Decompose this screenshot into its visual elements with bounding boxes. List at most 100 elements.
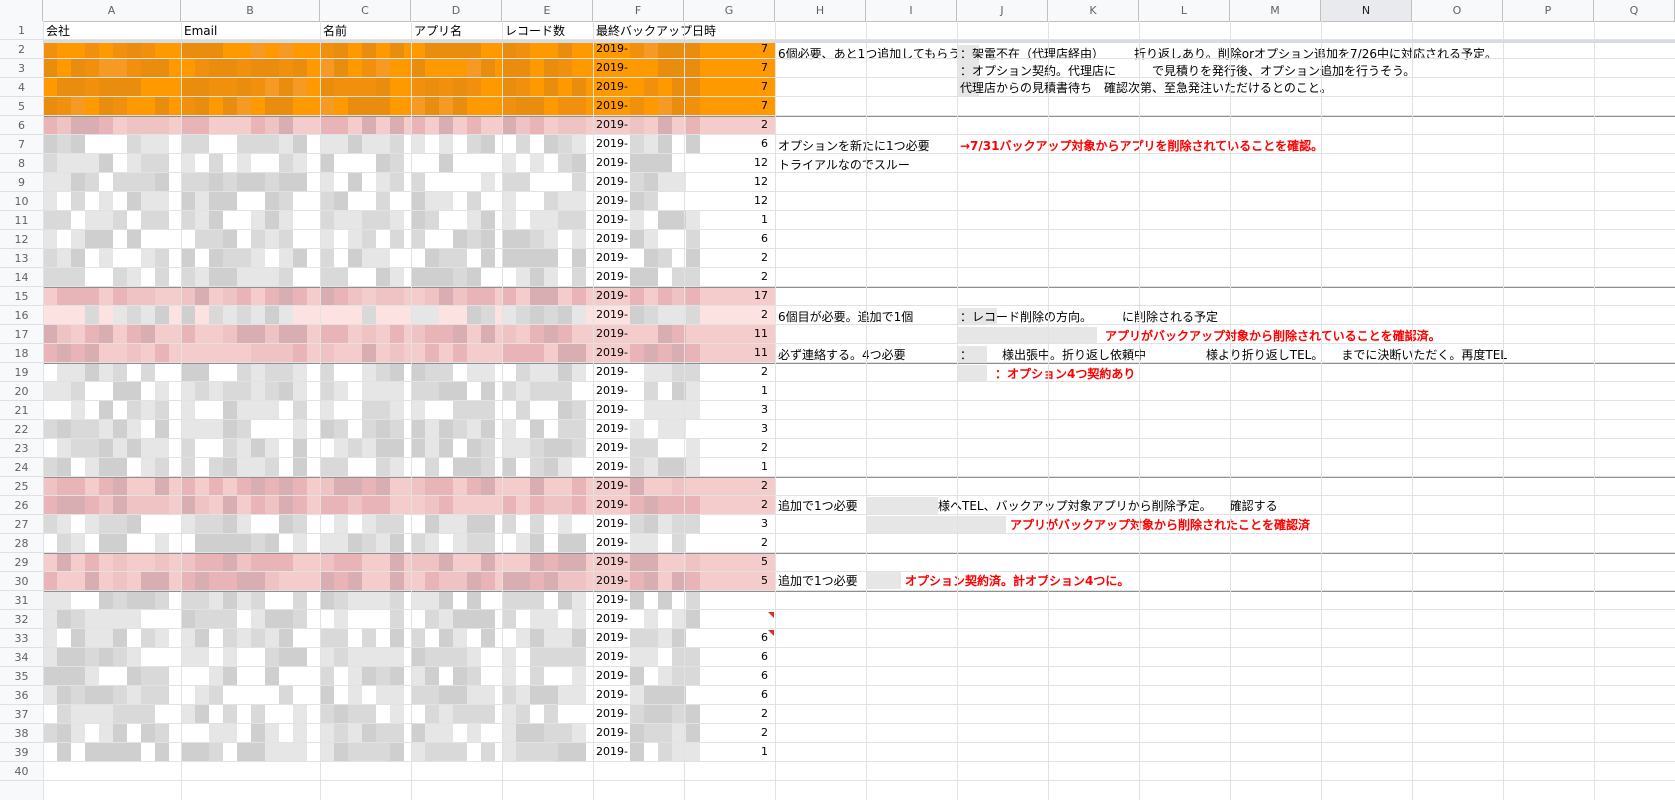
- backup-date-cell[interactable]: 2019-: [596, 137, 628, 150]
- backup-date-cell[interactable]: 2019-: [596, 289, 628, 302]
- backup-date-cell[interactable]: 2019-: [596, 156, 628, 169]
- backup-date-cell[interactable]: 2019-: [596, 555, 628, 568]
- backup-date-cell[interactable]: 2019-: [596, 479, 628, 492]
- row-header-14[interactable]: 14: [0, 268, 43, 287]
- backup-date-cell[interactable]: 2019-: [596, 175, 628, 188]
- row-header-28[interactable]: 28: [0, 534, 43, 553]
- record-count-cell[interactable]: 2: [690, 536, 772, 549]
- record-count-cell[interactable]: 3: [690, 403, 772, 416]
- note-r15-h[interactable]: 6個目が必要。追加で1個: [778, 308, 913, 325]
- record-count-cell[interactable]: 3: [690, 422, 772, 435]
- row-header-39[interactable]: 39: [0, 743, 43, 762]
- column-header-o[interactable]: O: [1412, 0, 1503, 21]
- row-header-6[interactable]: 6: [0, 116, 43, 135]
- row-header-35[interactable]: 35: [0, 667, 43, 686]
- column-header-g[interactable]: G: [684, 0, 775, 21]
- column-header-p[interactable]: P: [1503, 0, 1594, 21]
- note-r7-h[interactable]: トライアルなのでスルー: [778, 156, 910, 173]
- record-count-cell[interactable]: 11: [690, 346, 772, 359]
- column-header-m[interactable]: M: [1230, 0, 1321, 21]
- record-count-cell[interactable]: 2: [690, 441, 772, 454]
- record-count-cell[interactable]: 2: [690, 365, 772, 378]
- record-count-cell[interactable]: 6: [690, 137, 772, 150]
- row-header-3[interactable]: 3: [0, 59, 43, 78]
- backup-date-cell[interactable]: 2019-: [596, 707, 628, 720]
- note-r17-j[interactable]: ： 様出張中。折り返し依頼中 様より折り返しTEL。 までに決断いただく。再度T…: [960, 346, 1507, 363]
- record-count-cell[interactable]: 1: [690, 213, 772, 226]
- row-header-16[interactable]: 16: [0, 306, 43, 325]
- backup-date-cell[interactable]: 2019-: [596, 194, 628, 207]
- row-header-36[interactable]: 36: [0, 686, 43, 705]
- backup-date-cell[interactable]: 2019-: [596, 422, 628, 435]
- row-header-11[interactable]: 11: [0, 211, 43, 230]
- record-count-cell[interactable]: 2: [690, 308, 772, 321]
- row-header-33[interactable]: 33: [0, 629, 43, 648]
- column-header-l[interactable]: L: [1139, 0, 1230, 21]
- record-count-cell[interactable]: 1: [690, 384, 772, 397]
- backup-date-cell[interactable]: 2019-: [596, 441, 628, 454]
- row-header-32[interactable]: 32: [0, 610, 43, 629]
- backup-date-cell[interactable]: 2019-: [596, 327, 628, 340]
- row-header-17[interactable]: 17: [0, 325, 43, 344]
- record-count-cell[interactable]: 6: [690, 688, 772, 701]
- row-header-4[interactable]: 4: [0, 78, 43, 97]
- row-header-26[interactable]: 26: [0, 496, 43, 515]
- backup-date-cell[interactable]: 2019-: [596, 593, 628, 606]
- column-header-n[interactable]: N: [1321, 0, 1412, 21]
- note-r2-h[interactable]: 6個必要、あと1つ追加してもらう: [778, 45, 960, 62]
- row-header-15[interactable]: 15: [0, 287, 43, 306]
- select-all-corner[interactable]: [0, 0, 43, 21]
- backup-date-cell[interactable]: 2019-: [596, 498, 628, 511]
- row-header-37[interactable]: 37: [0, 705, 43, 724]
- row-header-10[interactable]: 10: [0, 192, 43, 211]
- backup-date-cell[interactable]: 2019-: [596, 517, 628, 530]
- note-r29-h[interactable]: 追加で1つ必要: [778, 572, 858, 589]
- record-count-cell[interactable]: 2: [690, 726, 772, 739]
- record-count-cell[interactable]: 12: [690, 194, 772, 207]
- row-header-7[interactable]: 7: [0, 135, 43, 154]
- row-header-9[interactable]: 9: [0, 173, 43, 192]
- row-header-31[interactable]: 31: [0, 591, 43, 610]
- column-header-c[interactable]: C: [320, 0, 411, 21]
- backup-date-cell[interactable]: 2019-: [596, 574, 628, 587]
- column-header-f[interactable]: F: [593, 0, 684, 21]
- row-header-12[interactable]: 12: [0, 230, 43, 249]
- record-count-cell[interactable]: 2: [690, 707, 772, 720]
- row-header-8[interactable]: 8: [0, 154, 43, 173]
- record-count-cell[interactable]: 7: [690, 99, 772, 112]
- row-header-25[interactable]: 25: [0, 477, 43, 496]
- note-r2-j[interactable]: ：架電不在（代理店経由） 折り返しあり。削除orオプション追加を7/26中に対応…: [960, 45, 1497, 62]
- row-header-19[interactable]: 19: [0, 363, 43, 382]
- record-count-cell[interactable]: 1: [690, 745, 772, 758]
- backup-date-cell[interactable]: 2019-: [596, 308, 628, 321]
- backup-date-cell[interactable]: 2019-: [596, 612, 628, 625]
- note-r26-i[interactable]: アプリがバックアップ対象から削除されたことを確認済: [1010, 516, 1310, 533]
- backup-date-cell[interactable]: 2019-: [596, 42, 628, 55]
- row-header-2[interactable]: 2: [0, 40, 43, 59]
- record-count-cell[interactable]: 5: [690, 555, 772, 568]
- note-r25-i[interactable]: 様へTEL、バックアップ対象アプリから削除予定。 確認する: [938, 497, 1278, 514]
- note-r15-j[interactable]: ：レコード削除の方向。 に削除される予定: [960, 308, 1218, 325]
- row-header-34[interactable]: 34: [0, 648, 43, 667]
- note-r18-j[interactable]: ：オプション4つ契約あり: [995, 365, 1135, 382]
- note-r4-j[interactable]: 代理店からの見積書待ち 確認次第、至急発注いただけるとのこと。: [960, 79, 1332, 96]
- backup-date-cell[interactable]: 2019-: [596, 118, 628, 131]
- backup-date-cell[interactable]: 2019-: [596, 251, 628, 264]
- record-count-cell[interactable]: 12: [690, 156, 772, 169]
- backup-date-cell[interactable]: 2019-: [596, 213, 628, 226]
- note-r17-h[interactable]: 必ず連絡する。4つ必要: [778, 346, 906, 363]
- column-header-b[interactable]: B: [181, 0, 320, 21]
- backup-date-cell[interactable]: 2019-: [596, 346, 628, 359]
- record-count-cell[interactable]: 17: [690, 289, 772, 302]
- record-count-cell[interactable]: 6: [690, 669, 772, 682]
- row-header-30[interactable]: 30: [0, 572, 43, 591]
- row-header-29[interactable]: 29: [0, 553, 43, 572]
- column-header-j[interactable]: J: [957, 0, 1048, 21]
- row-header-27[interactable]: 27: [0, 515, 43, 534]
- backup-date-cell[interactable]: 2019-: [596, 650, 628, 663]
- backup-date-cell[interactable]: 2019-: [596, 688, 628, 701]
- row-header-24[interactable]: 24: [0, 458, 43, 477]
- row-header-22[interactable]: 22: [0, 420, 43, 439]
- backup-date-cell[interactable]: 2019-: [596, 745, 628, 758]
- row-header-18[interactable]: 18: [0, 344, 43, 363]
